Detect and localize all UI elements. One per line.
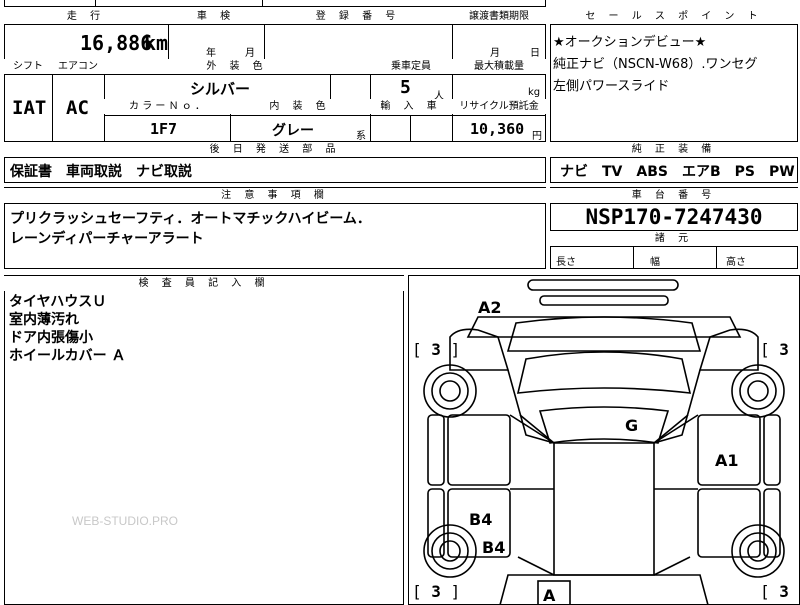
- inspection-month: 月: [245, 48, 255, 59]
- notes-line-1: プリクラッシュセーフティ．オートマチックハイビーム．: [10, 211, 371, 227]
- selling-points-label: セ ー ル ス ポ イ ン ト: [550, 9, 798, 24]
- mileage-value: 16,886: [80, 31, 153, 55]
- left-front-door: [447, 414, 511, 486]
- width-label: 幅: [650, 257, 660, 268]
- selling-point-line-2: 純正ナビ（NSCN-W68）.ワンセグ: [553, 57, 758, 72]
- interior-color-value: グレー: [272, 123, 314, 139]
- top-strip: [4, 0, 546, 7]
- exterior-color-value: シルバー: [190, 80, 251, 98]
- color-no-label: カ ラ ー Ｎ ｏ ．: [104, 99, 230, 114]
- factory-equipment-value: ナビ TV ABS エアB PS PW: [560, 164, 795, 180]
- registration-label: 登 録 番 号: [264, 9, 452, 24]
- damage-code-a-rear: A: [543, 586, 556, 605]
- recycle-label: リサイクル預託金: [452, 99, 546, 114]
- watermark: WEB-STUDIO.PRO: [72, 514, 179, 528]
- exterior-color-label: 外 装 色: [104, 59, 370, 74]
- factory-equipment-label: 純 正 装 備: [550, 142, 798, 157]
- roof-panel: [538, 406, 670, 444]
- chassis-label: 車 台 番 号: [550, 188, 798, 203]
- transfer-month: 月: [490, 48, 500, 59]
- notes-line-2: レーンディパーチャーアラート: [10, 231, 204, 247]
- chassis-value: NSP170-7247430: [585, 205, 763, 229]
- later-parts-label: 後 日 発 送 部 品: [4, 142, 546, 157]
- damage-code-g: G: [625, 416, 639, 435]
- windshield: [516, 351, 692, 394]
- color-no-value: 1F7: [150, 120, 178, 138]
- inspection-year: 年: [206, 48, 216, 59]
- tire-mark-rear-left: [ 3 ]: [412, 582, 461, 601]
- shift-value: IAT: [12, 97, 47, 119]
- tire-mark-rear-right: [ 3 ]: [760, 582, 800, 601]
- right-rear-door: [697, 488, 761, 558]
- inspection-label: 車 検: [168, 9, 264, 24]
- tire-mark-front-right: [ 3 ]: [760, 340, 800, 359]
- selling-point-line-3: 左側パワースライド: [553, 79, 670, 94]
- inspector-note-4: ホイールカバー Ａ: [9, 348, 126, 364]
- inspector-note-1: タイヤハウスＵ: [9, 294, 107, 310]
- shift-label: シフト: [4, 59, 52, 74]
- max-load-label: 最大積載量: [452, 59, 546, 74]
- inspector-label: 検 査 員 記 入 欄: [4, 276, 404, 291]
- aircon-value: AC: [66, 97, 89, 119]
- car-diagram: [423, 279, 785, 605]
- aircon-label: エアコン: [52, 59, 104, 74]
- recycle-unit: 円: [532, 131, 542, 142]
- inspector-note-2: 室内薄汚れ: [9, 312, 79, 328]
- damage-code-b4-2: B4: [482, 538, 506, 557]
- mileage-unit: km: [144, 31, 169, 55]
- mileage-label: 走 行: [4, 9, 168, 24]
- interior-color-suffix: 系: [356, 131, 366, 142]
- capacity-value: 5: [400, 77, 411, 98]
- damage-code-a2: A2: [478, 298, 502, 317]
- length-label: 長さ: [556, 257, 576, 268]
- import-label: 輸 入 車: [370, 99, 452, 114]
- transfer-deadline-label: 譲渡書類期限: [452, 9, 546, 24]
- damage-code-a1: A1: [715, 451, 739, 470]
- later-parts-value: 保証書 車両取説 ナビ取説: [10, 164, 192, 180]
- notes-label: 注 意 事 項 欄: [4, 188, 546, 203]
- inspector-notes: タイヤハウスＵ 室内薄汚れ ドア内張傷小 ホイールカバー Ａ: [9, 293, 125, 365]
- front-bumper: [527, 279, 679, 291]
- height-label: 高さ: [726, 257, 746, 268]
- tire-mark-front-left: [ 3 ]: [412, 340, 461, 359]
- inspector-note-3: ドア内張傷小: [9, 330, 93, 346]
- max-load-unit: kg: [528, 87, 541, 98]
- hood-panel: [466, 316, 742, 338]
- recycle-value: 10,360: [470, 120, 525, 138]
- interior-color-label: 内 装 色: [230, 99, 370, 114]
- damage-code-b4-1: B4: [469, 510, 493, 529]
- capacity-label: 乗車定員: [370, 59, 452, 74]
- transfer-day: 日: [530, 48, 540, 59]
- selling-point-line-1: ★オークションデビュー★: [553, 35, 707, 50]
- right-front-door: [697, 414, 761, 486]
- dimensions-label: 諸 元: [550, 231, 798, 246]
